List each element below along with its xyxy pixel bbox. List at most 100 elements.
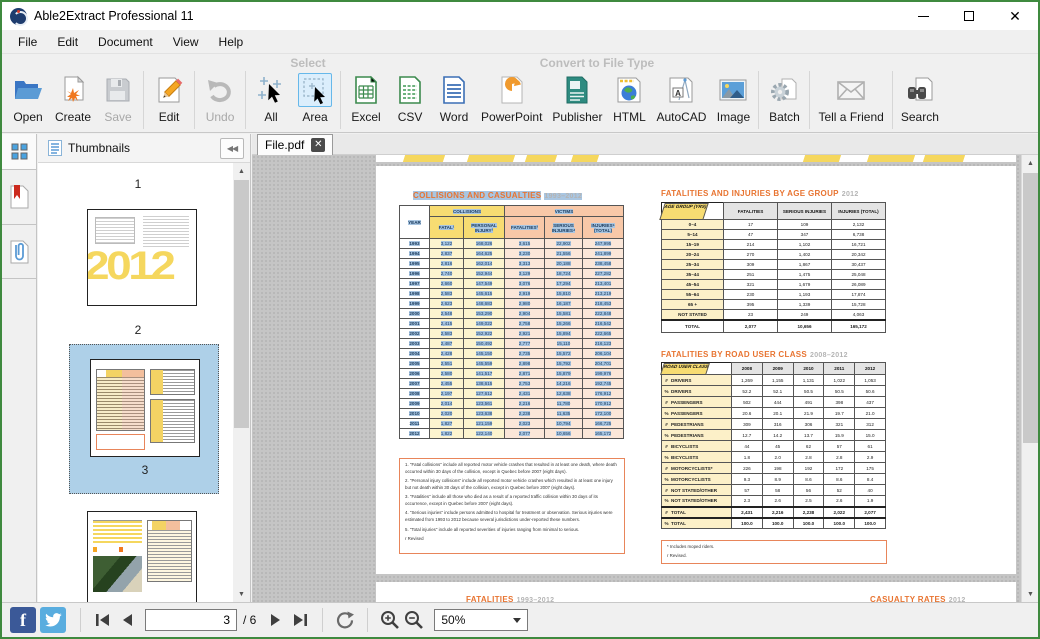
scroll-up-icon[interactable]: ▲ (233, 163, 250, 179)
previous-page-edge (376, 155, 1016, 162)
table-row: 20062,580141,5172,87115,879199,976 (400, 369, 624, 379)
table-row: 25–343091,86730,437 (662, 260, 886, 270)
table-row: 20072,455138,6152,75314,216192,745 (400, 379, 624, 389)
age-group-table: AGE GROUP (YRS) FATALITIES SERIOUS INJUR… (661, 202, 886, 333)
zoom-in-button[interactable] (378, 608, 402, 632)
tab-attachments[interactable] (2, 225, 36, 279)
table-row: 20012,415149,0222,75815,266216,542 (400, 319, 624, 329)
minimize-button[interactable] (900, 2, 946, 30)
tab-bookmarks[interactable] (2, 170, 36, 225)
table-row: %BICYCLISTS1.82.02.82.82.9 (662, 452, 886, 463)
menu-edit[interactable]: Edit (47, 32, 88, 52)
open-button[interactable]: Open (6, 71, 50, 126)
scrollbar-thumb[interactable] (1023, 173, 1038, 443)
table-row: %PEDESTRIANS12.714.213.715.915.0 (662, 430, 886, 441)
close-icon: ✕ (1009, 9, 1021, 23)
paperclip-icon (9, 240, 29, 264)
open-folder-icon (11, 73, 45, 107)
bookmark-icon (9, 185, 29, 209)
tab-thumbnails[interactable] (2, 134, 36, 170)
search-button[interactable]: Search (896, 71, 944, 126)
footnote-line: r Revised. (667, 553, 881, 560)
convert-excel-button[interactable]: Excel (344, 71, 388, 126)
menu-document[interactable]: Document (88, 32, 163, 52)
collapse-panel-button[interactable]: ◀◀ (220, 138, 244, 159)
menu-help[interactable]: Help (209, 32, 254, 52)
twitter-button[interactable] (40, 607, 66, 633)
convert-powerpoint-button[interactable]: PowerPoint (476, 71, 547, 126)
next-page-button[interactable] (264, 608, 288, 632)
thumb-notes-box (96, 434, 145, 450)
tab-close-icon[interactable]: ✕ (311, 138, 325, 152)
footnote-line: r Revised (405, 536, 619, 543)
undo-button[interactable]: Undo (198, 71, 242, 126)
menu-file[interactable]: File (8, 32, 47, 52)
statusbar-separator (322, 608, 323, 632)
thumbnail-list: 1 2012 2 (38, 163, 250, 602)
pdf-page-4: FATALITIES1993–2012 CASUALTY RATES2012 (376, 582, 1016, 602)
table-row: 15–192141,10216,721 (662, 240, 886, 250)
document-scrollbar[interactable]: ▲ ▼ (1021, 155, 1038, 602)
footnote-line: 4. "Serious injuries" include persons ad… (405, 510, 619, 524)
batch-button[interactable]: Batch (762, 71, 806, 126)
pdf-viewport: COLLISIONS AND CASUALTIES1993–2012 YEAR … (252, 155, 1021, 602)
footnote-line: * Includes moped riders. (667, 544, 881, 551)
convert-word-button[interactable]: Word (432, 71, 476, 126)
window-title: Able2Extract Professional 11 (34, 9, 194, 23)
create-button[interactable]: Create (50, 71, 96, 126)
zoom-level-value: 50% (441, 613, 465, 627)
convert-autocad-button[interactable]: A AutoCAD (651, 71, 711, 126)
select-all-button[interactable]: All (249, 71, 293, 126)
rotate-button[interactable] (333, 608, 357, 632)
page-thumbnail-1[interactable]: 2012 (87, 209, 197, 306)
toolbar-separator (892, 71, 893, 129)
age-group-heading: FATALITIES AND INJURIES BY AGE GROUP2012 (661, 189, 859, 198)
table-row: %PASSENGERS20.620.121.919.721.0 (662, 408, 886, 419)
previous-page-icon (121, 613, 133, 627)
convert-image-button[interactable]: Image (711, 71, 755, 126)
collisions-table: YEAR COLLISIONS VICTIMS FATAL¹ PERSONAL … (399, 205, 624, 439)
thumbnails-panel-header: Thumbnails ◀◀ (38, 134, 250, 163)
table-row: 20092,014123,5612,21611,780170,912 (400, 399, 624, 409)
last-page-button[interactable] (288, 608, 312, 632)
convert-csv-button[interactable]: CSV (388, 71, 432, 126)
toolbar-separator (809, 71, 810, 129)
sidebar-scrollbar[interactable]: ▲ ▼ (233, 163, 250, 602)
page-number-input[interactable] (145, 609, 237, 631)
scroll-down-icon[interactable]: ▼ (1022, 586, 1039, 602)
table-row: #NOT STATED/OTHER5758565240 (662, 485, 886, 496)
select-area-button[interactable]: Area (293, 71, 337, 126)
scroll-down-icon[interactable]: ▼ (233, 586, 250, 602)
page-thumbnail-2-selected[interactable] (90, 359, 200, 457)
menu-view[interactable]: View (163, 32, 209, 52)
table-row: #MOTORCYCLISTS*226198192172175 (662, 463, 886, 474)
facebook-button[interactable]: f (10, 607, 36, 633)
table-row: #DRIVERS1,2691,1551,1311,0221,053 (662, 375, 886, 386)
footnotes-right: * Includes moped riders. r Revised. (661, 540, 887, 564)
previous-page-button[interactable] (115, 608, 139, 632)
convert-publisher-button[interactable]: Publisher (547, 71, 607, 126)
tab-file-pdf[interactable]: File.pdf ✕ (257, 134, 333, 155)
save-button[interactable]: Save (96, 71, 140, 126)
maximize-button[interactable] (946, 2, 992, 30)
first-page-button[interactable] (91, 608, 115, 632)
select-all-icon (254, 73, 288, 107)
footnote-line: 5. "Total injuries" include all reported… (405, 527, 619, 534)
thumb-2012-text: 2012 (87, 244, 197, 289)
page-thumbnail-3[interactable] (87, 511, 197, 602)
thumb-text-block (95, 217, 135, 244)
road-user-heading: FATALITIES BY ROAD USER CLASS2008–2012 (661, 350, 848, 359)
main-area: Thumbnails ◀◀ 1 2012 2 (2, 134, 1038, 602)
tell-a-friend-button[interactable]: Tell a Friend (813, 71, 888, 126)
scrollbar-thumb[interactable] (234, 180, 249, 428)
edit-button[interactable]: Edit (147, 71, 191, 126)
scroll-up-icon[interactable]: ▲ (1022, 155, 1039, 171)
selected-thumbnail-highlight[interactable]: 3 (69, 344, 219, 494)
page-count-label: / 6 (243, 613, 256, 627)
table-row: 20032,487150,4922,77715,110216,123 (400, 339, 624, 349)
close-button[interactable]: ✕ (992, 2, 1038, 30)
zoom-out-button[interactable] (402, 608, 426, 632)
statusbar-separator (367, 608, 368, 632)
zoom-level-dropdown[interactable]: 50% (434, 609, 528, 631)
convert-html-button[interactable]: HTML (607, 71, 651, 126)
